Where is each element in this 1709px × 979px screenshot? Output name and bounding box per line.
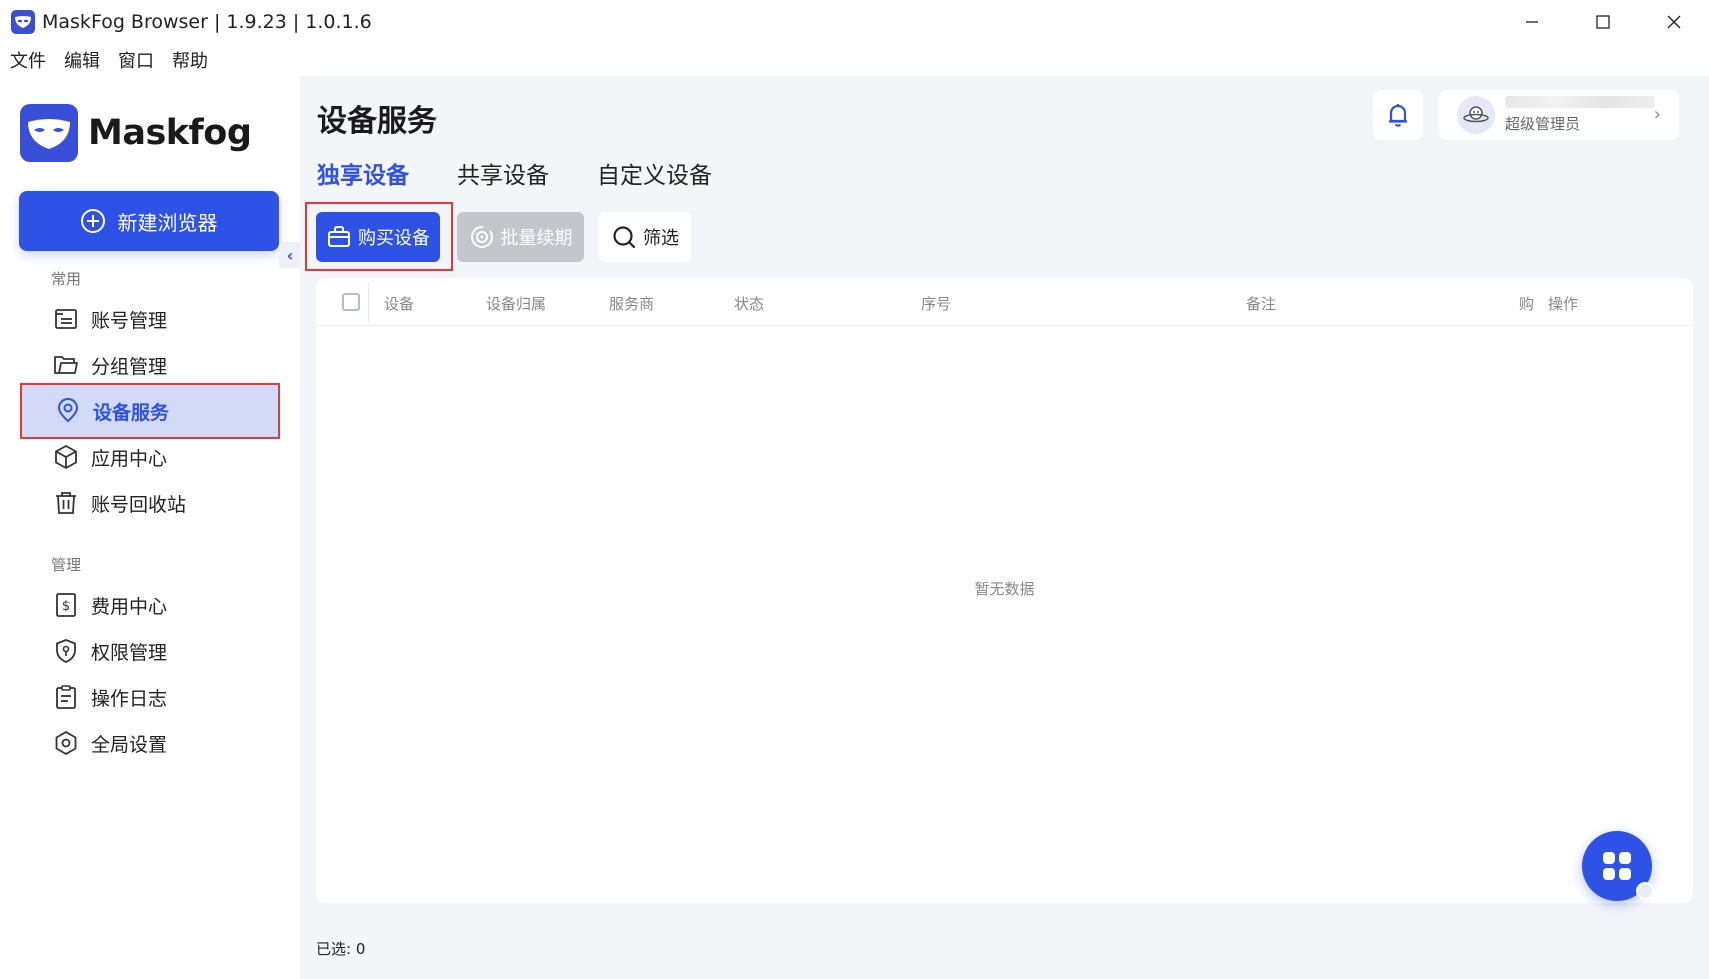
maximize-button[interactable]	[1567, 0, 1638, 44]
clipboard-icon	[52, 683, 80, 711]
batch-renew-button[interactable]: 批量续期	[457, 212, 584, 262]
column-header-remark[interactable]: 备注	[1246, 293, 1276, 314]
notification-button[interactable]	[1373, 90, 1423, 140]
menu-bar: 文件 编辑 窗口 帮助	[0, 44, 226, 76]
section-label-management: 管理	[51, 556, 82, 574]
collapse-sidebar-chevron-icon[interactable]: ‹	[279, 242, 301, 268]
column-divider	[368, 282, 369, 322]
account-icon	[52, 305, 80, 333]
sidebar-item-label: 账号回收站	[91, 493, 187, 516]
sidebar-item-global-settings[interactable]: 全局设置	[20, 715, 280, 771]
close-icon	[1667, 15, 1680, 29]
table-header: 设备 设备归属 服务商 状态 序号 备注 购 操作	[316, 278, 1693, 326]
window-title: MaskFog Browser | 1.9.23 | 1.0.1.6	[42, 11, 372, 33]
tab-shared-devices[interactable]: 共享设备	[457, 156, 549, 198]
tab-exclusive-devices[interactable]: 独享设备	[317, 156, 409, 198]
user-name-redacted	[1505, 96, 1655, 108]
toolbar: 购买设备 批量续期 筛选	[300, 202, 900, 271]
buy-device-button[interactable]: 购买设备	[316, 212, 440, 262]
fab-badge-dot	[1636, 882, 1654, 900]
sidebar-item-label: 设备服务	[93, 401, 170, 424]
sidebar-item-label: 账号管理	[91, 309, 168, 332]
trash-icon	[52, 489, 80, 517]
search-icon	[613, 226, 636, 249]
sidebar-item-label: 操作日志	[91, 687, 168, 710]
sidebar-item-label: 权限管理	[91, 641, 168, 664]
selected-count: 已选: 0	[316, 940, 366, 958]
column-header-status[interactable]: 状态	[734, 293, 764, 314]
plus-circle-icon	[80, 209, 105, 233]
filter-button[interactable]: 筛选	[599, 212, 691, 262]
batch-renew-label: 批量续期	[500, 228, 573, 249]
sidebar-item-label: 全局设置	[91, 733, 168, 756]
maskfog-app-icon	[11, 10, 35, 34]
device-table: 设备 设备归属 服务商 状态 序号 备注 购 操作 暂无数据	[316, 278, 1693, 903]
chevron-right-icon: ›	[1653, 104, 1661, 125]
bell-icon	[1389, 104, 1407, 127]
title-bar: MaskFog Browser | 1.9.23 | 1.0.1.6	[0, 0, 1709, 44]
close-button[interactable]	[1638, 0, 1709, 44]
buy-device-label: 购买设备	[358, 228, 430, 249]
maximize-icon	[1595, 15, 1610, 29]
billing-icon: $	[52, 591, 80, 619]
folder-icon	[52, 351, 80, 379]
shield-icon	[52, 637, 80, 665]
user-role: 超级管理员	[1505, 115, 1581, 133]
menu-window[interactable]: 窗口	[118, 47, 154, 73]
new-browser-label: 新建浏览器	[117, 210, 218, 235]
svg-text:$: $	[62, 599, 70, 614]
shopping-bag-icon	[328, 226, 350, 247]
column-header-device[interactable]: 设备	[384, 293, 414, 314]
main-content: 设备服务 超级管理员 › 独享设备 共享设备 自定义设备 购买设备 批量续期 筛…	[300, 76, 1709, 979]
column-header-purchase[interactable]: 购	[1519, 293, 1534, 314]
column-header-provider[interactable]: 服务商	[609, 293, 654, 314]
menu-help[interactable]: 帮助	[172, 47, 208, 73]
device-tabs: 独享设备 共享设备 自定义设备	[317, 156, 760, 198]
select-all-checkbox[interactable]	[342, 293, 360, 311]
renew-icon	[470, 226, 493, 248]
filter-label: 筛选	[643, 228, 679, 249]
column-header-serial[interactable]: 序号	[921, 293, 951, 314]
minimize-button[interactable]	[1496, 0, 1567, 44]
sidebar-item-recycle-bin[interactable]: 账号回收站	[20, 475, 280, 531]
new-browser-button[interactable]: 新建浏览器	[19, 191, 279, 251]
brand-name: Maskfog	[88, 113, 252, 153]
sidebar-item-label: 应用中心	[91, 447, 168, 470]
minimize-icon	[1525, 21, 1538, 23]
tab-custom-devices[interactable]: 自定义设备	[597, 156, 712, 198]
brand-logo: Maskfog	[20, 104, 252, 162]
sidebar-item-label: 费用中心	[91, 595, 168, 618]
sidebar-item-label: 分组管理	[91, 355, 168, 378]
empty-state-text: 暂无数据	[974, 580, 1035, 598]
page-title: 设备服务	[317, 104, 437, 139]
location-pin-icon	[54, 397, 82, 425]
user-profile-card[interactable]: 超级管理员 ›	[1439, 90, 1679, 140]
menu-file[interactable]: 文件	[10, 47, 46, 73]
menu-edit[interactable]: 编辑	[64, 47, 100, 73]
settings-icon	[52, 729, 80, 757]
sidebar: Maskfog 新建浏览器 ‹ 常用 账号管理 分组管理 设备服务 应用中心 账…	[0, 76, 301, 979]
section-label-common: 常用	[51, 270, 82, 288]
cube-icon	[52, 443, 80, 471]
mask-logo-icon	[20, 104, 78, 162]
column-header-actions[interactable]: 操作	[1548, 293, 1578, 314]
column-header-device-owner[interactable]: 设备归属	[486, 293, 546, 314]
grid-icon	[1603, 852, 1631, 880]
avatar	[1457, 96, 1495, 134]
